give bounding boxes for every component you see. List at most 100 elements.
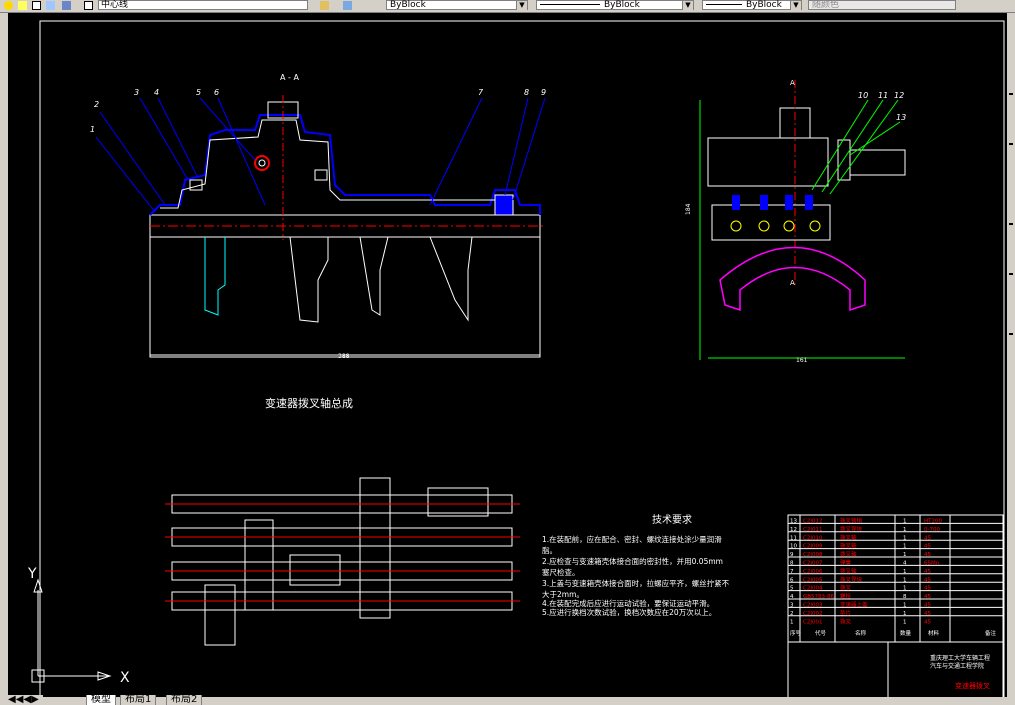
- properties-toolbar: 中心线 ByBlock ▼ ByBlock ▼ ByBlock ▼ 随颜色: [0, 0, 1015, 13]
- title-block-2: 汽车与交通工程学院: [930, 662, 984, 670]
- lineweight-dropdown[interactable]: ByBlock ▼: [536, 0, 694, 10]
- dim-width: 388: [338, 353, 350, 360]
- housing-inner: [160, 119, 500, 209]
- leader-lines: [95, 97, 546, 213]
- layout-tabs: ◀◀◀▶ 模型 布局1 布局2: [0, 695, 1015, 705]
- layer-previous-icon[interactable]: [343, 1, 352, 10]
- section-mark-top: A: [790, 79, 795, 87]
- chevron-down-icon: ▼: [790, 1, 801, 10]
- tech-line-6: 大于2mm。: [542, 589, 584, 599]
- fork-1: [204, 237, 226, 316]
- dim-side-width: 161: [796, 357, 808, 364]
- tech-line-2: 脂。: [542, 545, 557, 555]
- tab-nav-icon[interactable]: ◀◀◀▶: [4, 695, 43, 705]
- frame-mark: [1009, 273, 1013, 275]
- balloon-labels: 1 2 3 4 5 6 7 8 9: [90, 88, 546, 134]
- tech-line-5: 3.上盖与变速箱壳体接合面时，拉螺应平齐，螺丝拧紧不: [542, 578, 730, 588]
- balloon-13: 13: [896, 113, 906, 122]
- section-label: A - A: [280, 73, 299, 82]
- ucs-x: X: [120, 670, 130, 686]
- linetype-dropdown[interactable]: ByBlock ▼: [386, 0, 528, 10]
- make-current-icon[interactable]: [320, 1, 329, 10]
- balloon-10: 10: [858, 91, 868, 100]
- frame-mark: [1009, 223, 1013, 225]
- balloon-7: 7: [478, 88, 484, 97]
- side-bolts: [732, 195, 813, 210]
- tech-line-1: 1.在装配前，应在配合、密封、螺纹连接处涂少量润滑: [542, 534, 722, 544]
- pin-inner: [258, 159, 266, 167]
- lineweight-value-2: ByBlock: [746, 0, 782, 10]
- chevron-down-icon: ▼: [682, 1, 693, 10]
- linestyle-dropdown[interactable]: ByBlock ▼: [702, 0, 802, 10]
- layer-freeze-icon[interactable]: [18, 1, 27, 10]
- balloon-8: 8: [524, 88, 529, 97]
- plotstyle-value: 随颜色: [812, 0, 840, 10]
- balloon-12: 12: [894, 91, 904, 100]
- bom-header-cell: 材料: [928, 629, 940, 637]
- bom-cell-qty: 1: [903, 619, 907, 625]
- bom-header-cell: 备注: [985, 629, 997, 637]
- front-section-view: A - A 388 1 2 3 4 5 6 7 8 9 变速器拨叉轴总成: [90, 73, 546, 410]
- frame-mark: [1009, 93, 1013, 95]
- side-housing: [707, 137, 829, 187]
- pin-circle: [254, 155, 270, 171]
- bom-cell-no: 1: [790, 619, 794, 625]
- bom-header-cell: 名称: [855, 629, 867, 637]
- tab-model[interactable]: 模型: [86, 695, 116, 705]
- bom-cell-name: 拨叉: [840, 617, 852, 625]
- layer-dropdown[interactable]: 中心线: [98, 0, 308, 10]
- fork-3: [359, 236, 389, 316]
- balloon-4: 4: [154, 88, 159, 97]
- lineweight-value: ByBlock: [604, 0, 640, 10]
- side-base: [711, 204, 831, 241]
- ucs-icon: Y X: [27, 566, 130, 686]
- right-frame: [1007, 13, 1015, 698]
- left-frame: [0, 13, 8, 698]
- balloon-1: 1: [90, 125, 95, 134]
- bom-header-cell: 序号: [790, 629, 802, 637]
- ucs-y: Y: [27, 566, 37, 582]
- layer-name: 中心线: [101, 0, 129, 10]
- plotstyle-dropdown[interactable]: 随颜色: [808, 0, 956, 10]
- color-swatch-icon[interactable]: [84, 1, 93, 10]
- bom-table: 13 C2J012 拨叉锁销 1 HT20012 C2J011 拨叉导块 1 0-70011 C2…: [787, 514, 1004, 698]
- balloon-5: 5: [196, 88, 201, 97]
- balloon-9: 9: [541, 88, 546, 97]
- dim-side-height: 184: [685, 203, 692, 215]
- cad-drawing: A - A 388 1 2 3 4 5 6 7 8 9 变速器拨叉轴总成 184…: [27, 20, 1005, 698]
- tech-line-8: 5.应进行换档次数试验，换档次数应在20万次以上。: [542, 607, 716, 617]
- side-view: 184 161 A A 10 11 12 13: [685, 79, 906, 364]
- drawing-canvas[interactable]: A - A 388 1 2 3 4 5 6 7 8 9 变速器拨叉轴总成 184…: [8, 13, 1007, 698]
- layer-color-icon[interactable]: [46, 1, 55, 10]
- main-title: 变速器拨叉轴总成: [265, 396, 353, 410]
- top-view: [165, 477, 520, 646]
- tech-requirements: 技术要求 1.在装配前，应在配合、密封、螺纹连接处涂少量润滑 脂。 2.应检查与…: [542, 513, 730, 617]
- tech-line-7: 4.在装配完成后应进行运动试验，要保证运动平滑。: [542, 598, 714, 608]
- title-block-1: 重庆理工大学车辆工程: [930, 654, 990, 662]
- line-preview: [540, 4, 600, 5]
- linetype-value: ByBlock: [390, 0, 426, 10]
- side-holes: [730, 220, 821, 232]
- balloon-2: 2: [94, 100, 99, 109]
- side-clevis: [850, 149, 906, 176]
- tech-title: 技术要求: [652, 513, 692, 526]
- balloon-11: 11: [878, 91, 888, 100]
- bom-header-cell: 数量: [900, 629, 912, 637]
- frame-mark: [1009, 333, 1013, 335]
- layer-plot-icon[interactable]: [62, 1, 71, 10]
- balloon-3: 3: [134, 88, 139, 97]
- layer-lock-icon[interactable]: [32, 1, 41, 10]
- detent-block: [494, 194, 514, 216]
- frame-mark: [1009, 143, 1013, 145]
- drawing-name: 变速器拨叉: [955, 681, 990, 690]
- lower-body: [149, 236, 541, 358]
- layer-state-icon[interactable]: [4, 1, 13, 10]
- section-mark-bottom: A: [790, 279, 795, 287]
- tech-line-4: 塞尺检查。: [542, 567, 580, 577]
- tab-layout1[interactable]: 布局1: [120, 695, 157, 705]
- fork-2: [289, 236, 329, 323]
- line-preview: [706, 4, 742, 5]
- side-leaders: [811, 99, 901, 195]
- balloon-6: 6: [214, 88, 219, 97]
- tab-layout2[interactable]: 布局2: [166, 695, 203, 705]
